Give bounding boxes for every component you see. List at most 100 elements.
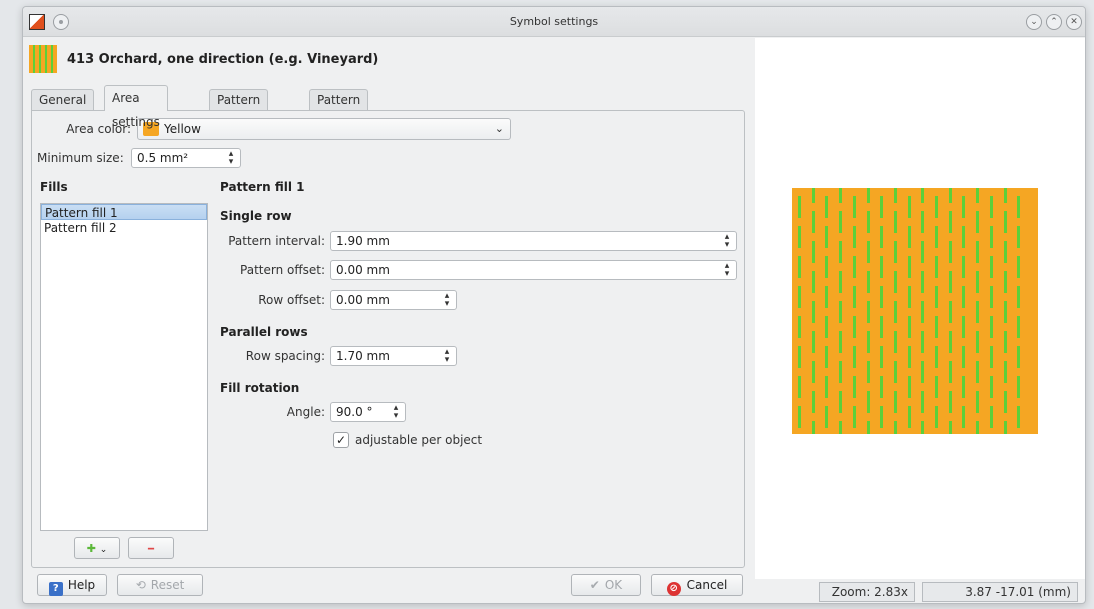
pattern-line: [839, 241, 843, 263]
pattern-line: [907, 406, 911, 428]
parallel-rows-heading: Parallel rows: [220, 325, 308, 339]
window-title: Symbol settings: [509, 15, 599, 28]
pattern-line: [976, 241, 980, 263]
help-icon: ?: [48, 582, 63, 596]
pattern-line: [948, 211, 952, 233]
pattern-line: [839, 301, 843, 323]
pattern-line: [825, 196, 829, 218]
fills-list[interactable]: Pattern fill 1 Pattern fill 2: [40, 203, 208, 531]
help-button[interactable]: ? Help: [37, 574, 107, 596]
pattern-line: [989, 196, 993, 218]
chevron-down-icon: ⌄: [494, 122, 504, 135]
reset-icon: ⟲: [135, 578, 146, 592]
tab-pattern-fill-2[interactable]: Pattern fill 2: [309, 89, 369, 127]
pattern-line: [852, 376, 856, 398]
row-offset-spinbox[interactable]: 0.00 mm ▴ ▾: [330, 290, 457, 310]
pattern-interval-value: 1.90 mm: [336, 234, 390, 248]
pattern-line: [880, 196, 884, 218]
pattern-line: [798, 346, 801, 368]
pattern-line: [1017, 376, 1021, 398]
pattern-line: [866, 271, 870, 293]
pattern-line: [880, 346, 884, 368]
pattern-line: [852, 346, 856, 368]
symbol-preview[interactable]: [755, 38, 1085, 579]
pattern-line: [811, 391, 815, 413]
pattern-line: [893, 211, 897, 233]
tab-general[interactable]: General: [31, 89, 95, 111]
pattern-line: [839, 188, 843, 203]
pattern-offset-value: 0.00 mm: [336, 263, 390, 277]
pattern-line: [852, 406, 856, 428]
add-fill-button[interactable]: ✚ ⌄: [74, 537, 120, 559]
tab-area-settings[interactable]: Area settings: [104, 85, 168, 129]
pattern-line: [907, 346, 911, 368]
row-spacing-value: 1.70 mm: [336, 349, 390, 363]
pattern-line: [893, 331, 897, 353]
area-color-combo[interactable]: Yellow ⌄: [137, 118, 511, 140]
pattern-line: [1017, 286, 1021, 308]
pattern-line: [921, 301, 925, 323]
spin-arrows-icon: ▴ ▾: [724, 261, 730, 279]
pattern-line: [976, 361, 980, 383]
cancel-button[interactable]: ⊘ Cancel: [651, 574, 743, 596]
remove-icon: ━: [147, 544, 155, 555]
pattern-line: [880, 406, 884, 428]
reset-button[interactable]: ⟲ Reset: [117, 574, 203, 596]
pattern-line: [962, 376, 966, 398]
min-size-value: 0.5 mm²: [137, 151, 189, 165]
pattern-line: [1003, 301, 1007, 323]
remove-fill-button[interactable]: ━: [128, 537, 174, 559]
pattern-interval-label: Pattern interval:: [228, 234, 325, 248]
pattern-offset-spinbox[interactable]: 0.00 mm ▴ ▾: [330, 260, 737, 280]
pattern-line: [866, 391, 870, 413]
list-item[interactable]: Pattern fill 1: [41, 204, 207, 220]
pattern-line: [989, 316, 993, 338]
pattern-line: [852, 256, 856, 278]
pattern-line: [866, 361, 870, 383]
area-color-value: Yellow: [164, 122, 201, 136]
min-size-spinbox[interactable]: 0.5 mm² ▴ ▾: [131, 148, 241, 168]
pattern-line: [989, 286, 993, 308]
symbol-icon: [29, 45, 57, 73]
ok-button[interactable]: ✔ OK: [571, 574, 641, 596]
pattern-line: [839, 211, 843, 233]
tab-pattern-fill-1[interactable]: Pattern fill 1: [209, 89, 269, 127]
ok-label: OK: [604, 578, 623, 592]
symbol-settings-dialog: Symbol settings ⌄ ⌃ ✕ 413 Orchard, one d…: [22, 6, 1086, 604]
row-offset-label: Row offset:: [258, 293, 325, 307]
maximize-button[interactable]: ⌃: [1046, 14, 1062, 30]
pattern-line: [921, 241, 925, 263]
row-spacing-spinbox[interactable]: 1.70 mm ▴ ▾: [330, 346, 457, 366]
pattern-line: [962, 346, 966, 368]
pattern-line: [921, 188, 925, 203]
pattern-line: [948, 241, 952, 263]
angle-label: Angle:: [286, 405, 325, 419]
pattern-line: [907, 286, 911, 308]
pattern-line: [1003, 391, 1007, 413]
pattern-line: [935, 256, 938, 278]
check-icon: ✓: [335, 433, 347, 447]
close-button[interactable]: ✕: [1066, 14, 1082, 30]
adjustable-checkbox[interactable]: ✓: [333, 432, 349, 448]
pattern-line: [989, 406, 993, 428]
pattern-line: [921, 211, 925, 233]
pattern-line: [989, 376, 993, 398]
pattern-line: [1017, 226, 1021, 248]
spin-arrows-icon: ▴ ▾: [444, 347, 450, 365]
minimize-button[interactable]: ⌄: [1026, 14, 1042, 30]
row-spacing-label: Row spacing:: [245, 349, 325, 363]
pattern-line: [852, 196, 856, 218]
list-item[interactable]: Pattern fill 2: [41, 220, 207, 236]
add-icon: ✚: [86, 542, 96, 555]
pattern-line: [880, 256, 884, 278]
min-size-label: Minimum size:: [37, 151, 124, 165]
pattern-line: [811, 211, 815, 233]
pattern-line: [1017, 256, 1021, 278]
pattern-line: [798, 316, 801, 338]
pattern-interval-spinbox[interactable]: 1.90 mm ▴ ▾: [330, 231, 737, 251]
angle-spinbox[interactable]: 90.0 ° ▴ ▾: [330, 402, 406, 422]
pattern-line: [811, 331, 815, 353]
cancel-icon: ⊘: [666, 582, 681, 596]
pattern-line: [811, 301, 815, 323]
pattern-line: [811, 271, 815, 293]
